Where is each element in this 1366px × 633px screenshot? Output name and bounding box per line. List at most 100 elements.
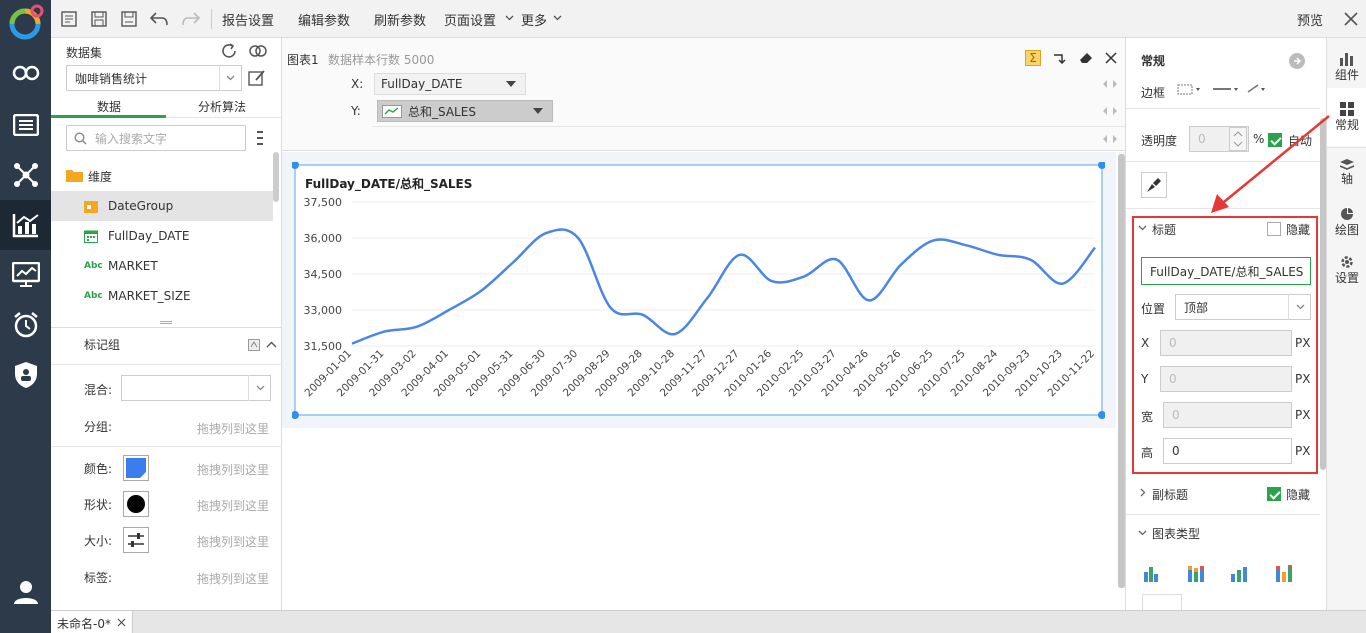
tag-label: 标签: xyxy=(84,571,113,585)
x-pos-input[interactable]: 0 xyxy=(1160,330,1292,356)
group-drop-zone[interactable]: 拖拽列到这里 xyxy=(197,420,269,437)
collapse-arrow-icon[interactable] xyxy=(1289,53,1305,69)
edit-params-button[interactable]: 编辑参数 xyxy=(298,10,350,29)
extra-scroll-arrows-icon[interactable] xyxy=(1102,134,1118,144)
size-drop-zone[interactable]: 拖拽列到这里 xyxy=(197,533,269,550)
more-options-icon[interactable] xyxy=(257,130,263,146)
summary-sigma-icon[interactable]: Σ xyxy=(1025,50,1041,66)
dataset-link-icon[interactable] xyxy=(248,43,268,59)
undo-icon[interactable] xyxy=(149,9,169,29)
y-tick-label: 36,000 xyxy=(304,232,343,245)
mix-label: 混合: xyxy=(84,383,113,397)
canvas-scroll-track xyxy=(1118,152,1125,588)
nav-dashboard-icon[interactable] xyxy=(0,250,51,300)
width-value: 0 xyxy=(1172,408,1180,422)
title-section-chevron-down-icon[interactable] xyxy=(1138,225,1147,231)
tab-analysis-algorithm[interactable]: 分析算法 xyxy=(198,98,246,115)
preview-button[interactable]: 预览 xyxy=(1297,10,1323,29)
dataset-title: 数据集 xyxy=(66,46,103,60)
title-hide-checkbox[interactable] xyxy=(1267,222,1281,236)
size-slider-icon[interactable] xyxy=(123,527,149,553)
nav-list-icon[interactable] xyxy=(0,100,51,150)
subtitle-section-label: 副标题 xyxy=(1152,488,1189,502)
save-as-icon[interactable] xyxy=(119,9,139,29)
title-text-input[interactable]: FullDay_DATE/总和_SALES xyxy=(1141,257,1311,285)
new-report-icon[interactable] xyxy=(59,9,79,29)
close-tab-icon[interactable] xyxy=(117,618,126,627)
y-scroll-arrows-icon[interactable] xyxy=(1102,106,1118,116)
nav-network-icon[interactable] xyxy=(0,150,51,200)
redo-icon[interactable] xyxy=(181,9,201,29)
y-pos-input[interactable]: 0 xyxy=(1160,366,1292,392)
field-label: FullDay_DATE xyxy=(108,229,190,243)
field-item-dategroup[interactable]: DateGroup xyxy=(51,191,273,221)
divider xyxy=(51,364,282,365)
nav-link-icon[interactable] xyxy=(0,48,51,98)
edit-dataset-icon[interactable] xyxy=(248,69,266,87)
field-search-input[interactable]: 输入搜索文字 xyxy=(66,125,246,151)
field-item-market[interactable]: Abc MARKET xyxy=(51,251,273,281)
dataset-select[interactable]: 咖啡销售统计 xyxy=(66,65,242,91)
nav-security-icon[interactable] xyxy=(0,350,51,400)
chevron-up-icon[interactable] xyxy=(266,341,277,348)
format-painter-button[interactable] xyxy=(1141,172,1167,198)
chart-type-chevron-down-icon[interactable] xyxy=(1138,530,1147,536)
y-tick-label: 33,000 xyxy=(304,304,343,317)
folder-icon xyxy=(66,170,83,182)
chart-type-line-option[interactable] xyxy=(1142,594,1182,610)
refresh-icon[interactable] xyxy=(220,42,238,60)
shape-drop-zone[interactable]: 拖拽列到这里 xyxy=(197,497,269,514)
width-input[interactable]: 0 xyxy=(1163,402,1292,428)
eraser-icon[interactable] xyxy=(1080,52,1093,64)
drill-icon[interactable] xyxy=(1053,52,1067,64)
search-icon xyxy=(74,132,87,145)
save-icon[interactable] xyxy=(89,9,109,29)
color-drop-zone[interactable]: 拖拽列到这里 xyxy=(197,461,269,478)
height-input[interactable]: 0 xyxy=(1163,438,1292,464)
close-icon[interactable] xyxy=(1343,11,1359,27)
tab-settings[interactable]: 设置 xyxy=(1327,241,1366,299)
nav-alarm-icon[interactable] xyxy=(0,300,51,350)
subtitle-hide-checkbox[interactable] xyxy=(1267,487,1281,501)
nav-chart-icon[interactable] xyxy=(0,200,51,250)
y-tick-label: 34,500 xyxy=(304,268,343,281)
chart-type-bar-icons[interactable] xyxy=(1142,564,1312,582)
tag-drop-zone[interactable]: 拖拽列到这里 xyxy=(197,570,269,587)
y-field-dropdown-icon[interactable] xyxy=(533,108,543,114)
position-chevron-down-icon[interactable] xyxy=(1288,294,1311,320)
marks-settings-icon[interactable] xyxy=(248,339,260,351)
field-item-fullday-date[interactable]: FullDay_DATE xyxy=(51,221,273,251)
section-general-title: 常规 xyxy=(1141,54,1166,68)
border-style-icons[interactable] xyxy=(1176,83,1268,95)
x-field-dropdown-icon[interactable] xyxy=(506,81,516,87)
line-chart[interactable]: FullDay_DATE/总和_SALES 37,500 36,000 34,500… xyxy=(292,162,1105,419)
y-field-pill[interactable]: 总和_SALES xyxy=(377,100,553,122)
x-scroll-arrows-icon[interactable] xyxy=(1102,79,1118,89)
color-swatch-button[interactable] xyxy=(123,455,149,481)
more-menu[interactable]: 更多 xyxy=(521,10,547,29)
extra-binding-row[interactable] xyxy=(372,126,1125,151)
dataset-select-chevron-down-icon[interactable] xyxy=(219,65,242,91)
refresh-params-button[interactable]: 刷新参数 xyxy=(374,10,426,29)
page-settings-menu[interactable]: 页面设置 xyxy=(444,10,496,29)
width-label: 宽 xyxy=(1141,410,1154,424)
group-label: 分组: xyxy=(84,420,113,434)
panel-splitter[interactable] xyxy=(51,320,282,328)
dimension-label: 维度 xyxy=(88,170,113,184)
field-item-market-size[interactable]: Abc MARKET_SIZE xyxy=(51,281,273,311)
field-list-scrollbar[interactable] xyxy=(273,152,279,202)
shape-button[interactable] xyxy=(123,491,149,517)
x-field-pill[interactable]: FullDay_DATE xyxy=(374,73,526,95)
report-settings-button[interactable]: 报告设置 xyxy=(222,10,274,29)
x-pos-value: 0 xyxy=(1169,336,1177,350)
report-tab[interactable]: 未命名-0* xyxy=(51,611,133,633)
nav-user-icon[interactable] xyxy=(0,567,51,617)
shape-label: 形状: xyxy=(84,498,113,512)
tab-data[interactable]: 数据 xyxy=(97,98,121,115)
subtitle-chevron-right-icon[interactable] xyxy=(1140,488,1146,497)
text-type-icon: Abc xyxy=(84,261,103,271)
close-chart-icon[interactable] xyxy=(1105,52,1117,64)
canvas-scrollbar[interactable] xyxy=(1118,154,1125,588)
mix-chevron-down-icon[interactable] xyxy=(248,375,271,401)
y-pos-label: Y xyxy=(1141,372,1149,386)
